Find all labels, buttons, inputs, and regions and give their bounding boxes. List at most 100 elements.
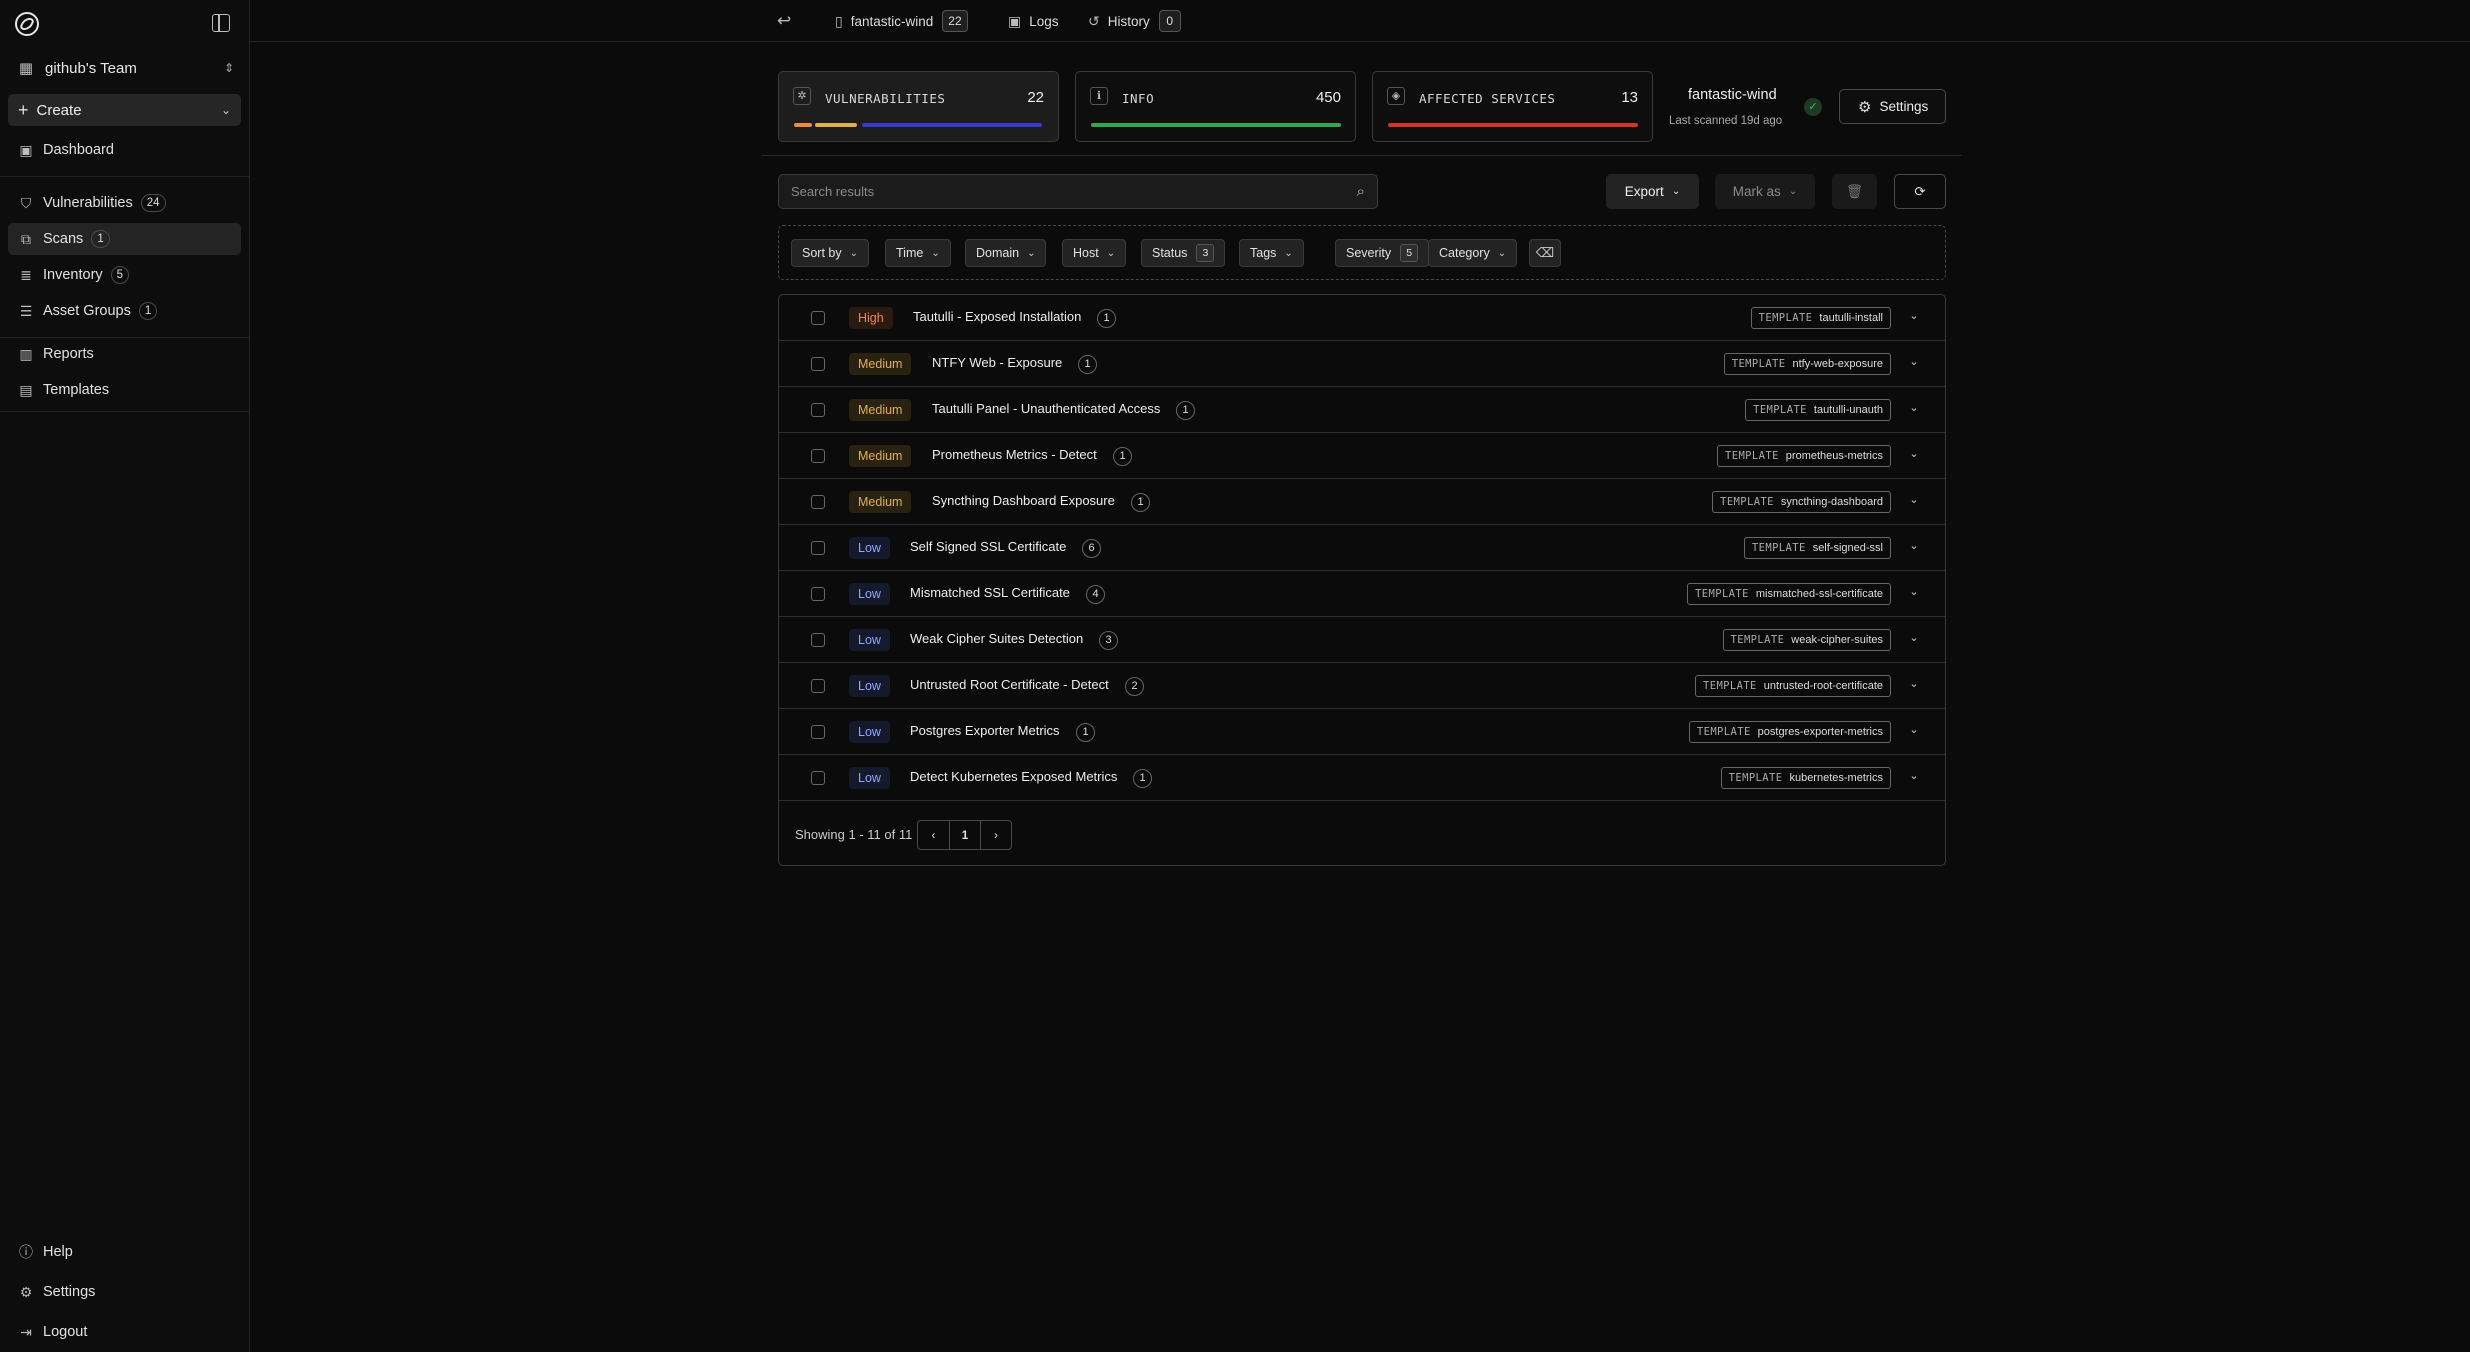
chevron-down-icon[interactable]: ⌄ xyxy=(1905,629,1923,647)
row-checkbox[interactable] xyxy=(811,725,825,739)
filter-sort-by[interactable]: Sort by ⌄ xyxy=(791,239,869,267)
result-title[interactable]: Syncthing Dashboard Exposure xyxy=(932,493,1115,508)
vulnerabilities-card[interactable]: ✲ VULNERABILITIES 22 xyxy=(778,71,1059,142)
next-page-icon[interactable]: › xyxy=(980,821,1011,849)
table-row[interactable]: Low Mismatched SSL Certificate 4 TEMPLATE mi… xyxy=(779,571,1945,617)
table-row[interactable]: Low Untrusted Root Certificate - Detect 2 T… xyxy=(779,663,1945,709)
sidebar-toggle-icon[interactable] xyxy=(212,14,230,32)
chevron-down-icon[interactable]: ⌄ xyxy=(1905,353,1923,371)
row-checkbox[interactable] xyxy=(811,541,825,555)
filter-category[interactable]: Category ⌄ xyxy=(1428,239,1518,267)
result-title[interactable]: Detect Kubernetes Exposed Metrics xyxy=(910,769,1117,784)
sidebar-item-logout[interactable]: ⇥ Logout xyxy=(8,1318,241,1346)
prev-page-icon[interactable]: ‹ xyxy=(918,821,949,849)
chevron-down-icon[interactable]: ⌄ xyxy=(1905,721,1923,739)
chevron-down-icon[interactable]: ⌄ xyxy=(1905,675,1923,693)
page-number[interactable]: 1 xyxy=(949,821,980,849)
help-icon: ⓘ xyxy=(19,1244,33,1260)
row-checkbox[interactable] xyxy=(811,357,825,371)
sidebar-item-reports[interactable]: ▥ Reports xyxy=(8,338,241,370)
chevron-down-icon[interactable]: ⌄ xyxy=(1905,491,1923,509)
table-row[interactable]: Medium Prometheus Metrics - Detect 1 TEMPLA… xyxy=(779,433,1945,479)
info-card[interactable]: ℹ INFO 450 xyxy=(1075,71,1356,142)
search-icon[interactable]: ⌕ xyxy=(1357,183,1365,200)
chevron-down-icon[interactable]: ⌄ xyxy=(1905,307,1923,325)
template-tag[interactable]: TEMPLATE postgres-exporter-metrics xyxy=(1688,721,1891,743)
result-title[interactable]: Tautulli Panel - Unauthenticated Access xyxy=(932,401,1160,416)
row-checkbox[interactable] xyxy=(811,403,825,417)
create-button[interactable]: + Create ⌄ xyxy=(8,94,241,126)
refresh-button[interactable]: ⟳ xyxy=(1894,174,1946,209)
sidebar-item-dashboard[interactable]: ▣ Dashboard xyxy=(8,134,241,166)
template-tag[interactable]: TEMPLATE kubernetes-metrics xyxy=(1720,767,1891,789)
filter-host[interactable]: Host ⌄ xyxy=(1062,239,1127,267)
result-title[interactable]: Mismatched SSL Certificate xyxy=(910,585,1070,600)
result-title[interactable]: Weak Cipher Suites Detection xyxy=(910,631,1083,646)
chevron-down-icon[interactable]: ⌄ xyxy=(1905,537,1923,555)
filter-severity[interactable]: Severity 5 xyxy=(1335,239,1430,267)
template-tag[interactable]: TEMPLATE tautulli-unauth xyxy=(1745,399,1891,421)
template-tag[interactable]: TEMPLATE untrusted-root-certificate xyxy=(1695,675,1891,697)
sidebar-item-inventory[interactable]: ≣ Inventory 5 xyxy=(8,259,241,291)
row-checkbox[interactable] xyxy=(811,311,825,325)
row-checkbox[interactable] xyxy=(811,679,825,693)
affected-services-card[interactable]: ◈ AFFECTED SERVICES 13 xyxy=(1372,71,1653,142)
filter-tags[interactable]: Tags ⌄ xyxy=(1239,239,1304,267)
template-tag[interactable]: TEMPLATE weak-cipher-suites xyxy=(1722,629,1891,651)
chevron-down-icon[interactable]: ⌄ xyxy=(1905,399,1923,417)
export-button[interactable]: Export ⌄ xyxy=(1606,174,1699,209)
sidebar-item-scans[interactable]: ⧉ Scans 1 xyxy=(8,223,241,255)
row-checkbox[interactable] xyxy=(811,771,825,785)
result-title[interactable]: Postgres Exporter Metrics xyxy=(910,723,1060,738)
template-tag[interactable]: TEMPLATE prometheus-metrics xyxy=(1717,445,1891,467)
filter-status[interactable]: Status 3 xyxy=(1141,239,1226,267)
result-title[interactable]: Prometheus Metrics - Detect xyxy=(932,447,1097,462)
logo-icon[interactable] xyxy=(14,11,40,37)
filter-domain[interactable]: Domain ⌄ xyxy=(965,239,1047,267)
table-row[interactable]: Low Postgres Exporter Metrics 1 TEMPLATE pos… xyxy=(779,709,1945,755)
result-title[interactable]: Self Signed SSL Certificate xyxy=(910,539,1066,554)
table-row[interactable]: Low Detect Kubernetes Exposed Metrics 1 TEM… xyxy=(779,755,1945,801)
back-arrow-icon[interactable]: ↩ xyxy=(777,11,791,31)
chevron-down-icon[interactable]: ⌄ xyxy=(1905,445,1923,463)
severity-badge: Low xyxy=(849,721,890,743)
table-row[interactable]: High Tautulli - Exposed Installation 1 TEMP… xyxy=(779,295,1945,341)
tab-history[interactable]: ↺ History 0 xyxy=(1088,9,1181,33)
divider xyxy=(762,155,1962,156)
template-tag[interactable]: TEMPLATE syncthing-dashboard xyxy=(1712,491,1891,513)
team-switcher[interactable]: ▦ github's Team ⇕ xyxy=(8,56,240,80)
sidebar-item-asset-groups[interactable]: ☰ Asset Groups 1 xyxy=(8,295,241,327)
template-tag[interactable]: TEMPLATE mismatched-ssl-certificate xyxy=(1687,583,1891,605)
row-checkbox[interactable] xyxy=(811,633,825,647)
sidebar-item-templates[interactable]: ▤ Templates xyxy=(8,374,241,406)
table-row[interactable]: Low Weak Cipher Suites Detection 3 TEMPLATE… xyxy=(779,617,1945,663)
sidebar-item-vulnerabilities[interactable]: ⛉ Vulnerabilities 24 xyxy=(8,187,241,219)
tab-scan[interactable]: ▯ fantastic-wind 22 xyxy=(835,9,968,33)
result-count: 1 xyxy=(1097,309,1116,328)
sidebar-item-settings[interactable]: ⚙ Settings xyxy=(8,1278,241,1306)
template-tag[interactable]: TEMPLATE ntfy-web-exposure xyxy=(1723,353,1891,375)
settings-button[interactable]: ⚙ Settings xyxy=(1839,89,1946,124)
table-row[interactable]: Medium Tautulli Panel - Unauthenticated A… xyxy=(779,387,1945,433)
result-title[interactable]: NTFY Web - Exposure xyxy=(932,355,1062,370)
filter-time[interactable]: Time ⌄ xyxy=(885,239,951,267)
result-title[interactable]: Untrusted Root Certificate - Detect xyxy=(910,677,1109,692)
chevron-down-icon[interactable]: ⌄ xyxy=(1905,583,1923,601)
chevron-down-icon[interactable]: ⌄ xyxy=(1905,767,1923,785)
row-checkbox[interactable] xyxy=(811,587,825,601)
tab-logs[interactable]: ▣ Logs xyxy=(1008,9,1059,33)
template-tag[interactable]: TEMPLATE self-signed-ssl xyxy=(1743,537,1891,559)
template-tag[interactable]: TEMPLATE tautulli-install xyxy=(1750,307,1891,329)
result-title[interactable]: Tautulli - Exposed Installation xyxy=(913,309,1081,324)
row-checkbox[interactable] xyxy=(811,449,825,463)
clear-filters-icon[interactable]: ⌫ xyxy=(1529,239,1561,267)
sidebar-item-help[interactable]: ⓘ Help xyxy=(8,1238,241,1266)
table-row[interactable]: Low Self Signed SSL Certificate 6 TEMPLATE s… xyxy=(779,525,1945,571)
mark-as-button[interactable]: Mark as ⌄ xyxy=(1715,174,1815,209)
results-table: High Tautulli - Exposed Installation 1 TEMP… xyxy=(778,294,1946,866)
table-row[interactable]: Medium Syncthing Dashboard Exposure 1 TEMPL… xyxy=(779,479,1945,525)
table-row[interactable]: Medium NTFY Web - Exposure 1 TEMPLATE ntfy-w… xyxy=(779,341,1945,387)
delete-button[interactable]: 🗑 xyxy=(1832,174,1877,209)
search-input[interactable] xyxy=(779,175,1339,208)
row-checkbox[interactable] xyxy=(811,495,825,509)
